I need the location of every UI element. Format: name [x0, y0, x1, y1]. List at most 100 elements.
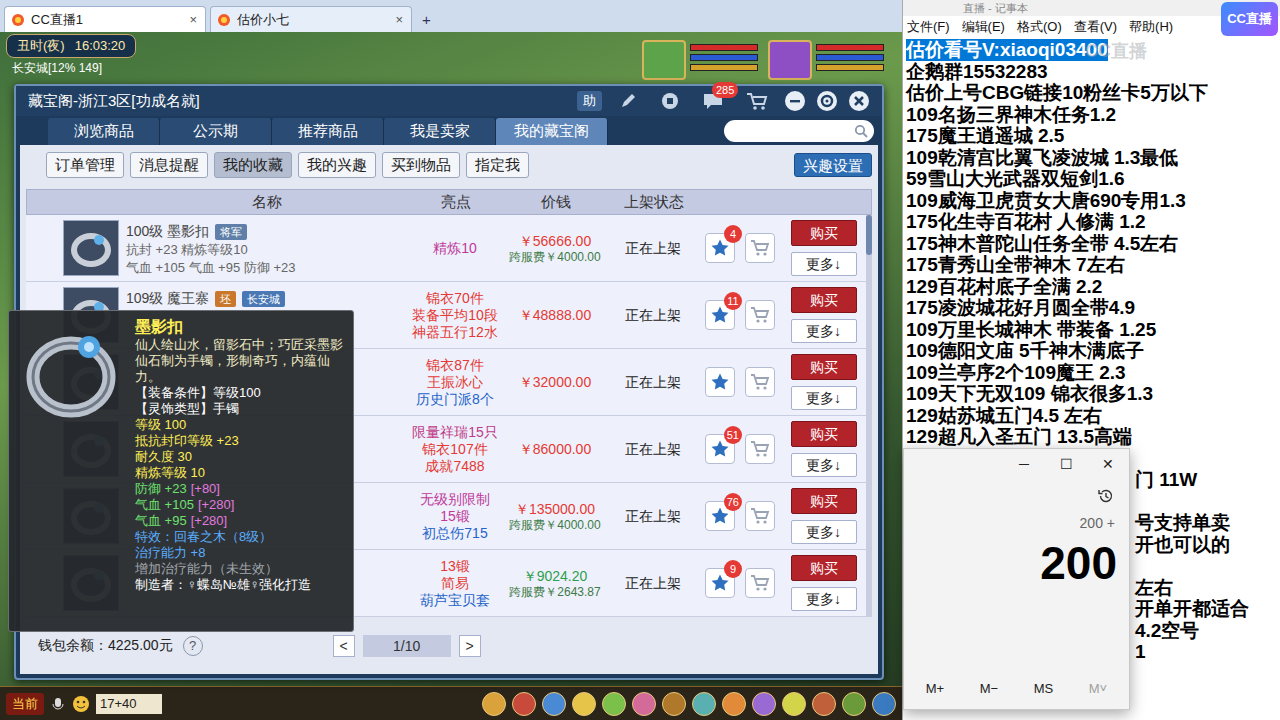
- shop-tab[interactable]: 公示期: [160, 118, 272, 145]
- party-member[interactable]: [642, 40, 758, 80]
- menu-item[interactable]: 格式(O): [1017, 17, 1062, 37]
- add-to-cart-button[interactable]: [745, 434, 775, 464]
- toolbar-icon[interactable]: [842, 692, 866, 716]
- window-control[interactable]: ✕: [1087, 449, 1129, 479]
- line-text[interactable]: 129姑苏城五门4.5 左右: [906, 405, 1102, 427]
- close-tab-button[interactable]: ×: [393, 10, 405, 30]
- line-text[interactable]: 109天下无双109 锦衣很多1.3: [906, 383, 1153, 405]
- more-button[interactable]: 更多↓: [791, 386, 857, 410]
- line-text[interactable]: 129百花村底子全满 2.2: [906, 276, 1102, 298]
- history-icon[interactable]: [1097, 487, 1115, 505]
- line-text[interactable]: 175化生寺百花村 人修满 1.2: [906, 211, 1146, 233]
- more-button[interactable]: 更多↓: [791, 587, 857, 611]
- buy-button[interactable]: 购买: [791, 354, 857, 380]
- toolbar-icon[interactable]: [632, 692, 656, 716]
- shop-tab[interactable]: 我是卖家: [384, 118, 496, 145]
- line-text[interactable]: 109威海卫虎贲女大唐690专用1.3: [906, 190, 1186, 212]
- toolbar-icon[interactable]: [722, 692, 746, 716]
- chat-input[interactable]: 17+40: [96, 694, 162, 714]
- line-text[interactable]: 企鹅群15532283: [906, 61, 1048, 83]
- party-member[interactable]: [768, 40, 884, 80]
- sub-tab[interactable]: 订单管理: [46, 152, 124, 178]
- table-row[interactable]: 100级 墨影扣将军抗封 +23 精炼等级10气血 +105 气血 +95 防御…: [26, 215, 866, 282]
- scrollbar-thumb[interactable]: [866, 215, 872, 255]
- shop-tab[interactable]: 推荐商品: [272, 118, 384, 145]
- memory-button[interactable]: MS: [1028, 679, 1060, 699]
- close-tab-button[interactable]: ×: [187, 10, 199, 30]
- item-name[interactable]: 100级 墨影扣: [126, 223, 209, 240]
- toolbar-icon[interactable]: [482, 692, 506, 716]
- settings-gear-icon[interactable]: [816, 90, 838, 112]
- close-icon[interactable]: [848, 90, 870, 112]
- microphone-icon[interactable]: [50, 696, 66, 712]
- menu-item[interactable]: 编辑(E): [962, 17, 1005, 37]
- interest-settings-button[interactable]: 兴趣设置: [794, 153, 872, 177]
- window-control[interactable]: ☐: [1045, 449, 1087, 479]
- line-text[interactable]: 175青秀山全带神木 7左右: [906, 254, 1125, 276]
- more-button[interactable]: 更多↓: [791, 252, 857, 276]
- emoji-icon[interactable]: [72, 695, 90, 713]
- toolbar-icon[interactable]: [602, 692, 626, 716]
- toolbar-icon[interactable]: [542, 692, 566, 716]
- favorite-button[interactable]: 9: [705, 568, 735, 598]
- add-to-cart-button[interactable]: [745, 501, 775, 531]
- add-to-cart-button[interactable]: [745, 233, 775, 263]
- menu-item[interactable]: 文件(F): [907, 17, 950, 37]
- shop-tab[interactable]: 浏览商品: [48, 118, 160, 145]
- more-button[interactable]: 更多↓: [791, 520, 857, 544]
- stop-icon[interactable]: [654, 91, 686, 111]
- edit-icon[interactable]: [612, 91, 644, 111]
- line-text[interactable]: 估价看号V:xiaoqi03400: [906, 39, 1108, 61]
- more-button[interactable]: 更多↓: [791, 453, 857, 477]
- prev-page-button[interactable]: <: [333, 635, 355, 657]
- wallet-help-button[interactable]: ?: [183, 636, 203, 656]
- favorite-button[interactable]: 51: [705, 434, 735, 464]
- browser-tab[interactable]: CC直播1×: [4, 6, 206, 32]
- browser-tab[interactable]: 估价小七×: [210, 6, 412, 32]
- line-text[interactable]: 109乾清宫比翼飞凌波城 1.3最低: [906, 147, 1178, 169]
- buy-button[interactable]: 购买: [791, 488, 857, 514]
- line-text[interactable]: 估价上号CBG链接10粉丝卡5万以下: [906, 82, 1208, 104]
- toolbar-icon[interactable]: [812, 692, 836, 716]
- cart-icon[interactable]: [740, 91, 774, 111]
- memory-button[interactable]: M+: [920, 679, 950, 699]
- chat-channel-button[interactable]: 当前: [6, 693, 44, 715]
- line-text[interactable]: 109名扬三界神木任务1.2: [906, 104, 1116, 126]
- messages-button[interactable]: 285: [696, 91, 730, 111]
- buy-button[interactable]: 购买: [791, 421, 857, 447]
- add-to-cart-button[interactable]: [745, 367, 775, 397]
- window-control[interactable]: ─: [1003, 449, 1045, 479]
- line-text[interactable]: 175凌波城花好月圆全带4.9: [906, 297, 1135, 319]
- item-icon[interactable]: [63, 220, 119, 276]
- item-name[interactable]: 109级 魔王寨: [126, 290, 209, 307]
- line-text[interactable]: 129超凡入圣五门 13.5高端: [906, 426, 1132, 448]
- next-page-button[interactable]: >: [459, 635, 481, 657]
- sub-tab[interactable]: 我的收藏: [214, 152, 292, 178]
- add-to-cart-button[interactable]: [745, 300, 775, 330]
- sub-tab[interactable]: 消息提醒: [130, 152, 208, 178]
- menu-item[interactable]: 帮助(H): [1129, 17, 1173, 37]
- favorite-button[interactable]: 76: [705, 501, 735, 531]
- line-text[interactable]: 175魔王逍遥城 2.5: [906, 125, 1064, 147]
- help-button[interactable]: 助: [577, 91, 602, 111]
- toolbar-icon[interactable]: [752, 692, 776, 716]
- line-text[interactable]: 109兰亭序2个109魔王 2.3: [906, 362, 1126, 384]
- new-tab-button[interactable]: +: [416, 8, 437, 32]
- line-text[interactable]: 175神木普陀山任务全带 4.5左右: [906, 233, 1178, 255]
- line-text[interactable]: 59雪山大光武器双短剑1.6: [906, 168, 1125, 190]
- scrollbar[interactable]: [866, 215, 872, 617]
- toolbar-icon[interactable]: [662, 692, 686, 716]
- favorite-button[interactable]: 4: [705, 233, 735, 263]
- buy-button[interactable]: 购买: [791, 555, 857, 581]
- shop-tab[interactable]: 我的藏宝阁: [496, 118, 608, 145]
- search-icon[interactable]: [854, 124, 868, 138]
- favorite-button[interactable]: [705, 367, 735, 397]
- toolbar-icon[interactable]: [572, 692, 596, 716]
- add-to-cart-button[interactable]: [745, 568, 775, 598]
- favorite-button[interactable]: 11: [705, 300, 735, 330]
- memory-button[interactable]: M−: [974, 679, 1004, 699]
- more-button[interactable]: 更多↓: [791, 319, 857, 343]
- sub-tab[interactable]: 指定我: [466, 152, 529, 178]
- search-field[interactable]: [724, 120, 874, 142]
- toolbar-icon[interactable]: [872, 692, 896, 716]
